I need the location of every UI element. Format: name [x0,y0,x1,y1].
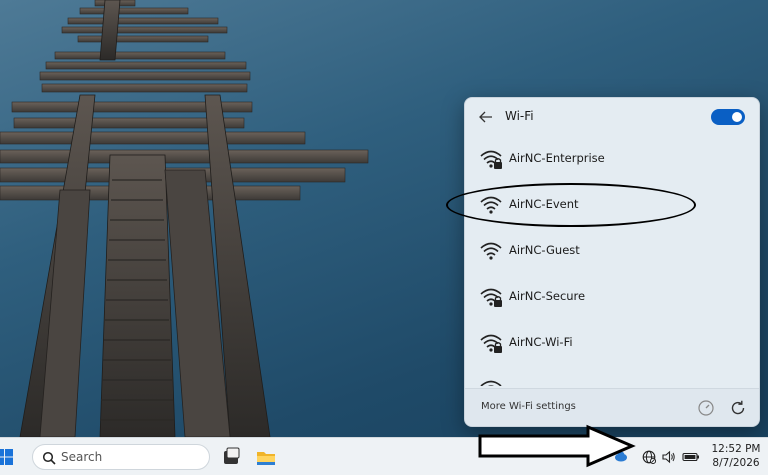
volume-icon [662,450,675,464]
search-placeholder: Search [61,450,103,464]
more-wifi-settings-link[interactable]: More Wi-Fi settings [481,401,576,412]
file-explorer-icon[interactable] [255,446,277,468]
network-item-airnc-wi-fi[interactable]: AirNC-Wi-Fi [465,320,759,366]
network-item-airnc-guest[interactable]: AirNC-Guest [465,228,759,274]
search-icon [42,451,56,465]
toggle-knob [732,112,742,122]
clock-date: 8/7/2026 [712,457,760,469]
network-item-airnc-secure[interactable]: AirNC-Secure [465,274,759,320]
taskbar-search-box[interactable]: Search [32,444,210,470]
wifi-icon [480,380,502,386]
wifi-toggle[interactable] [711,109,745,125]
network-globe-icon [642,450,656,464]
wifi-flyout-footer: More Wi-Fi settings [465,388,759,426]
network-item-airnc-enterprise[interactable]: AirNC-Enterprise [465,136,759,182]
clock-time: 12:52 PM [711,443,761,455]
wifi-icon [480,242,502,260]
windows-start-icon[interactable] [0,447,20,467]
network-name: AirNC-Secure [509,289,586,303]
network-name: AirNC-Guest [509,243,580,257]
system-tray-quick-settings[interactable] [636,442,704,472]
wifi-secured-icon [480,150,502,169]
pointer-arrow-annotation [478,424,636,468]
wifi-secured-icon [480,334,502,353]
back-button[interactable] [475,107,497,127]
taskbar: Search 12:52 PM 8/7/2026 [0,437,768,475]
network-list[interactable]: AirNC-Enterprise AirNC-Event AirNC-Guest [465,136,759,386]
back-arrow-icon [479,111,492,123]
taskbar-clock[interactable]: 12:52 PM 8/7/2026 [710,443,762,469]
refresh-icon[interactable] [729,399,747,417]
highlight-ellipse-annotation [446,183,696,227]
task-view-icon[interactable] [220,446,242,468]
wifi-secured-icon [480,288,502,307]
network-name: AirNC-Wi-Fi [509,335,573,349]
wifi-title: Wi-Fi [505,109,534,123]
wifi-flyout-header: Wi-Fi [465,98,759,136]
wifi-flyout: Wi-Fi AirNC-Enterprise AirNC-Event AirNC… [464,97,760,427]
battery-icon [682,452,699,462]
network-item-partial[interactable] [465,366,759,386]
network-name: AirNC-Enterprise [509,151,605,165]
speedometer-icon[interactable] [697,399,715,417]
